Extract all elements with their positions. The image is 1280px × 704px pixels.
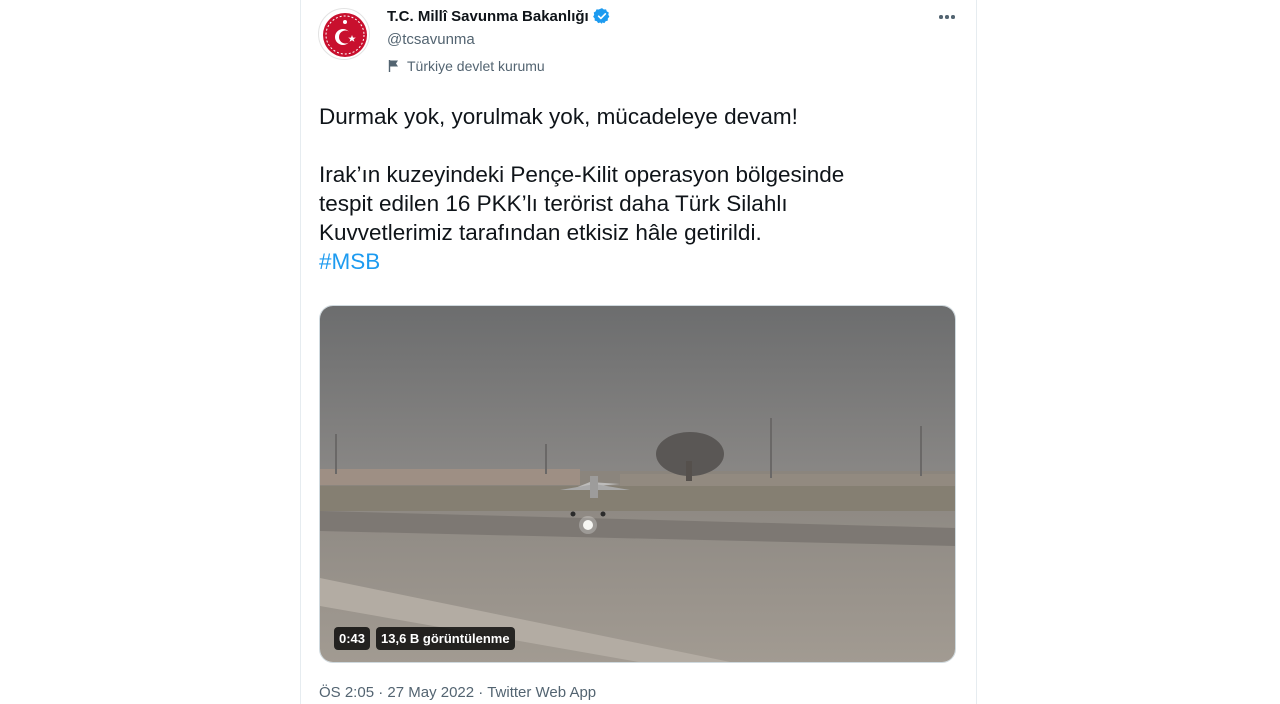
tweet-blank-line — [319, 131, 959, 160]
tweet-text: Durmak yok, yorulmak yok, mücadeleye dev… — [319, 102, 959, 276]
tweet-line-3: tespit edilen 16 PKK’lı terörist daha Tü… — [319, 191, 788, 216]
video-duration-badge: 0:43 — [334, 627, 371, 650]
tweet-line-1: Durmak yok, yorulmak yok, mücadeleye dev… — [319, 104, 798, 129]
government-label: Türkiye devlet kurumu — [387, 58, 545, 74]
left-backdrop — [0, 0, 300, 704]
tweet-line-4: Kuvvetlerimiz tarafından etkisiz hâle ge… — [319, 220, 762, 245]
account-handle[interactable]: @tcsavunma — [387, 31, 475, 48]
more-options-icon[interactable] — [935, 5, 959, 29]
meta-separator-2: · — [478, 684, 484, 701]
tweet-meta: ÖS 2:05 · 27 May 2022 · Twitter Web App — [319, 684, 596, 701]
flag-icon — [388, 60, 398, 72]
right-backdrop — [977, 0, 1280, 704]
msb-emblem-icon — [323, 13, 367, 57]
tweet-time-link[interactable]: ÖS 2:05 — [319, 684, 374, 701]
video-frame — [320, 306, 955, 662]
avatar[interactable] — [318, 8, 370, 60]
video-views-badge: 13,6 B görüntülenme — [376, 627, 515, 650]
tweet-line-2: Irak’ın kuzeyindeki Pençe-Kilit operasyo… — [319, 162, 845, 187]
account-name-text: T.C. Millî Savunma Bakanlığı — [387, 7, 589, 25]
hashtag-link[interactable]: #MSB — [319, 249, 380, 274]
verified-badge-icon — [592, 8, 610, 24]
tweet-date-link[interactable]: 27 May 2022 — [387, 684, 474, 701]
government-label-text: Türkiye devlet kurumu — [407, 58, 545, 74]
account-name[interactable]: T.C. Millî Savunma Bakanlığı — [387, 7, 611, 25]
video-player[interactable] — [319, 305, 956, 663]
tweet-source-link[interactable]: Twitter Web App — [487, 684, 596, 701]
meta-separator: · — [378, 684, 384, 701]
